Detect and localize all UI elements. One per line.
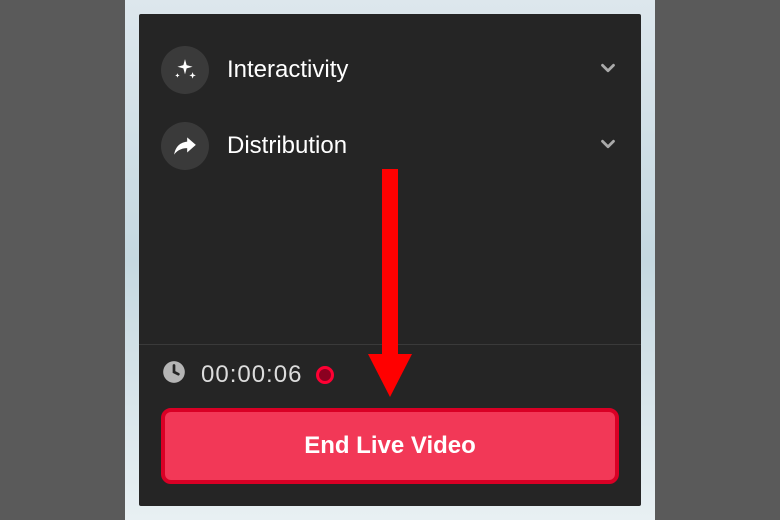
end-button-label: End Live Video [304,432,476,459]
menu-item-interactivity[interactable]: Interactivity [161,32,619,108]
menu-section: Interactivity Distribution [139,14,641,184]
clock-icon [161,359,187,390]
live-video-panel: Interactivity Distribution [139,14,641,506]
record-indicator-icon [316,366,334,384]
timer-row: 00:00:06 [139,345,641,404]
menu-item-distribution[interactable]: Distribution [161,108,619,184]
end-live-video-button[interactable]: End Live Video [161,408,619,484]
chevron-down-icon [597,57,619,84]
share-arrow-icon [161,122,209,170]
menu-label: Interactivity [227,56,579,84]
sparkle-icon [161,46,209,94]
screenshot-frame: Interactivity Distribution [125,0,655,520]
chevron-down-icon [597,133,619,160]
spacer [139,184,641,344]
menu-label: Distribution [227,132,579,160]
timer-value: 00:00:06 [201,361,302,389]
